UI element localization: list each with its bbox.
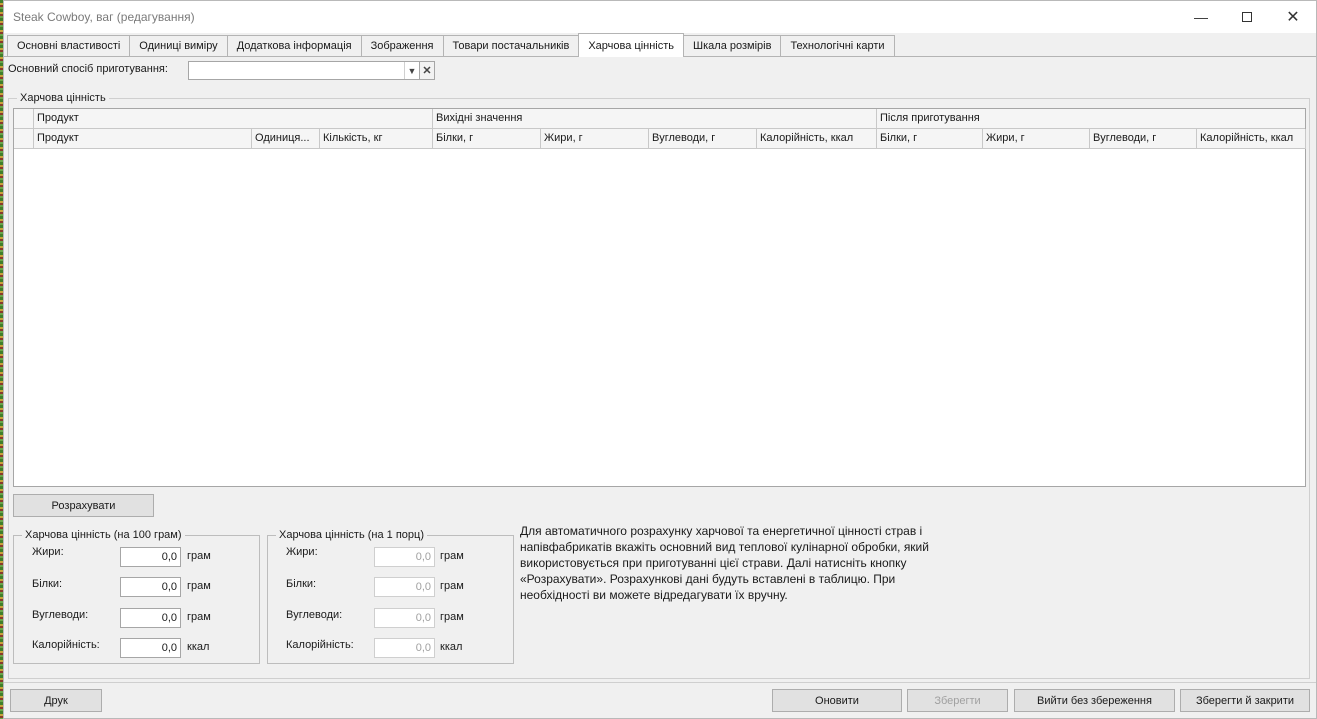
- editor-window: Steak Cowboy, ваг (редагування) — ✕ Осно…: [3, 0, 1317, 719]
- tab-nutrition[interactable]: Харчова цінність: [578, 33, 685, 57]
- band-initial-values[interactable]: Вихідні значення: [433, 109, 877, 129]
- portion-carbs-input: 0,0: [374, 608, 435, 628]
- window-title: Steak Cowboy, ваг (редагування): [13, 10, 195, 24]
- per-portion-group: Харчова цінність (на 1 порц) Жири: 0,0 г…: [267, 529, 514, 664]
- help-text: Для автоматичного розрахунку харчової та…: [520, 524, 929, 602]
- fat-label: Жири:: [286, 546, 318, 558]
- band-product[interactable]: Продукт: [34, 109, 433, 129]
- refresh-button[interactable]: Оновити: [772, 689, 902, 712]
- calories-input[interactable]: 0,0: [120, 638, 181, 658]
- clear-icon[interactable]: ✕: [419, 62, 434, 79]
- maximize-icon: [1242, 12, 1252, 22]
- carbs-label: Вуглеводи:: [286, 609, 343, 621]
- protein-unit: грам: [187, 580, 211, 592]
- close-icon: ✕: [1286, 9, 1300, 26]
- fat-label: Жири:: [32, 546, 64, 558]
- carbs-input[interactable]: 0,0: [120, 608, 181, 628]
- tab-units[interactable]: Одиниці виміру: [129, 35, 228, 57]
- tab-supplier-goods[interactable]: Товари постачальників: [442, 35, 580, 57]
- nutrition-tab-content: Основний спосіб приготування: ▼ ✕ Харчов…: [4, 57, 1316, 682]
- column-cooked-carbs[interactable]: Вуглеводи, г: [1090, 129, 1197, 149]
- column-product[interactable]: Продукт: [34, 129, 252, 149]
- cooking-method-combobox[interactable]: ▼ ✕: [188, 61, 435, 80]
- calories-unit: ккал: [440, 641, 463, 653]
- column-quantity[interactable]: Кількість, кг: [320, 129, 433, 149]
- column-cooked-protein[interactable]: Білки, г: [877, 129, 983, 149]
- exit-without-saving-button[interactable]: Вийти без збереження: [1014, 689, 1175, 712]
- carbs-unit: грам: [440, 611, 464, 623]
- column-unit[interactable]: Одиниця...: [252, 129, 320, 149]
- cooking-method-value: [189, 62, 404, 79]
- tab-size-scale[interactable]: Шкала розмірів: [683, 35, 782, 57]
- tab-basic-properties[interactable]: Основні властивості: [7, 35, 131, 57]
- tab-images[interactable]: Зображення: [360, 35, 444, 57]
- portion-fat-input: 0,0: [374, 547, 435, 567]
- calories-label: Калорійність:: [286, 639, 354, 651]
- calculate-button[interactable]: Розрахувати: [13, 494, 154, 517]
- per-100g-title: Харчова цінність (на 100 грам): [22, 529, 185, 541]
- minimize-button[interactable]: —: [1178, 1, 1224, 33]
- nutrition-grid[interactable]: Продукт Вихідні значення Після приготува…: [13, 108, 1306, 487]
- grid-indicator-cell: [14, 129, 34, 149]
- portion-protein-input: 0,0: [374, 577, 435, 597]
- title-bar: Steak Cowboy, ваг (редагування) — ✕: [4, 1, 1316, 33]
- column-raw-carbs[interactable]: Вуглеводи, г: [649, 129, 757, 149]
- portion-calories-input: 0,0: [374, 638, 435, 658]
- close-button[interactable]: ✕: [1270, 1, 1316, 33]
- tab-additional-info[interactable]: Додаткова інформація: [226, 35, 362, 57]
- minimize-icon: —: [1194, 9, 1208, 25]
- per-portion-title: Харчова цінність (на 1 порц): [276, 529, 427, 541]
- cooking-method-label: Основний спосіб приготування:: [8, 63, 168, 75]
- grid-column-header: Продукт Одиниця... Кількість, кг Білки, …: [14, 129, 1306, 149]
- carbs-unit: грам: [187, 611, 211, 623]
- tab-tech-cards[interactable]: Технологічні карти: [780, 35, 895, 57]
- calories-unit: ккал: [187, 641, 210, 653]
- save-and-close-button[interactable]: Зберегти й закрити: [1180, 689, 1310, 712]
- protein-input[interactable]: 0,0: [120, 577, 181, 597]
- save-button[interactable]: Зберегти: [907, 689, 1008, 712]
- carbs-label: Вуглеводи:: [32, 609, 89, 621]
- fat-unit: грам: [440, 550, 464, 562]
- fat-input[interactable]: 0,0: [120, 547, 181, 567]
- column-cooked-fat[interactable]: Жири, г: [983, 129, 1090, 149]
- grid-indicator-cell: [14, 109, 34, 129]
- column-raw-fat[interactable]: Жири, г: [541, 129, 649, 149]
- nutrition-group-title: Харчова цінність: [17, 92, 109, 104]
- per-100g-group: Харчова цінність (на 100 грам) Жири: 0,0…: [13, 529, 260, 664]
- protein-label: Білки:: [32, 578, 63, 590]
- calories-label: Калорійність:: [32, 639, 100, 651]
- maximize-button[interactable]: [1224, 1, 1270, 33]
- column-raw-calories[interactable]: Калорійність, ккал: [757, 129, 877, 149]
- grid-band-header: Продукт Вихідні значення Після приготува…: [14, 109, 1305, 129]
- tab-bar: Основні властивості Одиниці виміру Додат…: [7, 33, 895, 57]
- protein-unit: грам: [440, 580, 464, 592]
- band-after-cooking[interactable]: Після приготування: [877, 109, 1306, 129]
- print-button[interactable]: Друк: [10, 689, 102, 712]
- protein-label: Білки:: [286, 578, 317, 590]
- fat-unit: грам: [187, 550, 211, 562]
- chevron-down-icon[interactable]: ▼: [404, 62, 419, 79]
- column-raw-protein[interactable]: Білки, г: [433, 129, 541, 149]
- footer-divider: [4, 682, 1316, 683]
- column-cooked-calories[interactable]: Калорійність, ккал: [1197, 129, 1306, 149]
